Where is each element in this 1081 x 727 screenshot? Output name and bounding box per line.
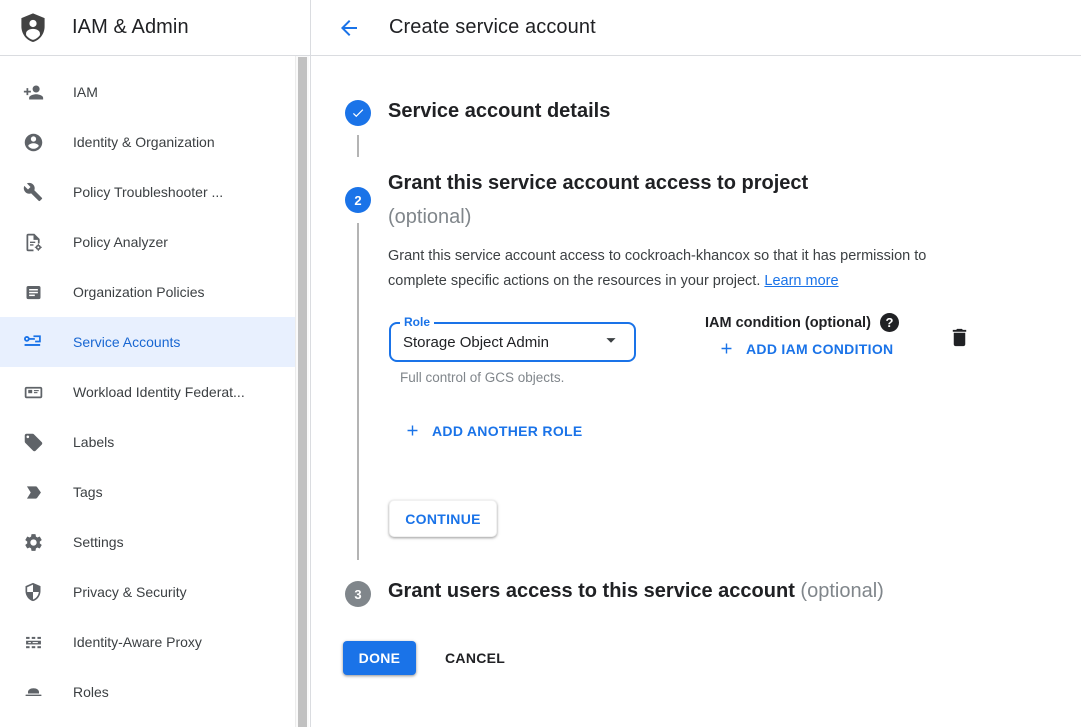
continue-button[interactable]: CONTINUE (389, 500, 497, 537)
sidebar-item-label: Organization Policies (73, 284, 205, 300)
step3-title: Grant users access to this service accou… (388, 580, 884, 603)
sidebar-item-label: Policy Analyzer (73, 234, 168, 250)
sidebar-item-iam[interactable]: IAM (0, 67, 296, 117)
cancel-button[interactable]: CANCEL (437, 641, 513, 675)
sidebar-title: IAM & Admin (72, 16, 189, 39)
delete-role-trash-icon[interactable] (948, 326, 972, 350)
role-field-label: Role (400, 315, 434, 329)
step2-title-text: Grant this service account access to pro… (388, 172, 808, 194)
sidebar-item-label: Identity-Aware Proxy (73, 634, 202, 650)
role-selected-value: Storage Object Admin (403, 334, 600, 351)
step1-complete-check-icon (345, 100, 371, 126)
proxy-grid-icon (21, 630, 45, 654)
stepper-connector (357, 223, 359, 560)
help-icon[interactable]: ? (880, 313, 899, 332)
app-window: IAM & Admin IAM Identity & Organization … (0, 0, 1081, 727)
person-add-icon (21, 80, 45, 104)
step2-description-text: Grant this service account access to coc… (388, 248, 926, 289)
chevron-down-icon (600, 329, 622, 356)
sidebar-item-label: Labels (73, 434, 114, 450)
step2-description: Grant this service account access to coc… (388, 244, 984, 294)
plus-icon (718, 340, 735, 357)
document-lines-icon (21, 280, 45, 304)
step3-number-badge: 3 (345, 581, 371, 607)
sidebar-item-policy-troubleshooter[interactable]: Policy Troubleshooter ... (0, 167, 296, 217)
policy-analyzer-icon (21, 230, 45, 254)
sidebar-item-label: Service Accounts (73, 334, 180, 350)
done-button[interactable]: DONE (343, 641, 416, 675)
step1-title: Service account details (388, 100, 610, 123)
page-title: Create service account (389, 16, 596, 39)
account-circle-icon (21, 130, 45, 154)
main-panel: Create service account Service account d… (311, 0, 1081, 727)
label-tag-icon (21, 430, 45, 454)
sidebar: IAM & Admin IAM Identity & Organization … (0, 0, 311, 727)
sidebar-item-tags[interactable]: Tags (0, 467, 296, 517)
sidebar-item-label: Roles (73, 684, 109, 700)
sidebar-item-label: Workload Identity Federat... (73, 384, 245, 400)
step3-optional-label: (optional) (800, 580, 883, 602)
add-another-role-label: ADD ANOTHER ROLE (432, 423, 583, 439)
sidebar-scrollbar-track[interactable] (295, 56, 309, 727)
wrench-icon (21, 180, 45, 204)
iam-condition-row: IAM condition (optional) ? (705, 313, 899, 332)
step2-number-badge: 2 (345, 187, 371, 213)
learn-more-link[interactable]: Learn more (764, 273, 838, 289)
sidebar-item-organization-policies[interactable]: Organization Policies (0, 267, 296, 317)
sidebar-item-label: Identity & Organization (73, 134, 215, 150)
sidebar-item-privacy-security[interactable]: Privacy & Security (0, 567, 296, 617)
sidebar-item-label: Settings (73, 534, 124, 550)
sidebar-item-policy-analyzer[interactable]: Policy Analyzer (0, 217, 296, 267)
sidebar-item-labels[interactable]: Labels (0, 417, 296, 467)
step2-optional-label: (optional) (388, 206, 471, 228)
add-iam-condition-label: ADD IAM CONDITION (746, 341, 893, 357)
step2-number: 2 (354, 193, 361, 208)
tag-arrow-icon (21, 480, 45, 504)
sidebar-nav: IAM Identity & Organization Policy Troub… (0, 56, 310, 717)
service-account-key-icon (21, 330, 45, 354)
hat-icon (21, 680, 45, 704)
sidebar-item-identity-organization[interactable]: Identity & Organization (0, 117, 296, 167)
create-service-account-form: Service account details 2 Grant this ser… (311, 56, 1081, 727)
id-card-icon (21, 380, 45, 404)
sidebar-header: IAM & Admin (0, 0, 310, 56)
step3-number: 3 (354, 587, 361, 602)
step2-title: Grant this service account access to pro… (388, 166, 808, 234)
sidebar-item-label: IAM (73, 84, 98, 100)
add-another-role-button[interactable]: ADD ANOTHER ROLE (404, 422, 583, 439)
step3-title-text: Grant users access to this service accou… (388, 580, 795, 602)
sidebar-item-settings[interactable]: Settings (0, 517, 296, 567)
iam-condition-label: IAM condition (optional) (705, 315, 871, 331)
sidebar-item-label: Policy Troubleshooter ... (73, 184, 223, 200)
sidebar-item-service-accounts[interactable]: Service Accounts (0, 317, 296, 367)
stepper-connector (357, 135, 359, 157)
sidebar-scrollbar-thumb[interactable] (298, 57, 307, 727)
sidebar-item-workload-identity-federation[interactable]: Workload Identity Federat... (0, 367, 296, 417)
iam-shield-logo-icon (17, 11, 49, 45)
page-header: Create service account (311, 0, 1081, 56)
sidebar-item-label: Privacy & Security (73, 584, 187, 600)
add-iam-condition-button[interactable]: ADD IAM CONDITION (718, 340, 893, 357)
plus-icon (404, 422, 421, 439)
role-helper-text: Full control of GCS objects. (400, 370, 564, 385)
sidebar-item-roles[interactable]: Roles (0, 667, 296, 717)
sidebar-item-label: Tags (73, 484, 103, 500)
sidebar-item-identity-aware-proxy[interactable]: Identity-Aware Proxy (0, 617, 296, 667)
role-select[interactable]: Role Storage Object Admin (389, 322, 636, 362)
gear-icon (21, 530, 45, 554)
back-arrow-icon[interactable] (337, 16, 361, 40)
shield-half-icon (21, 580, 45, 604)
